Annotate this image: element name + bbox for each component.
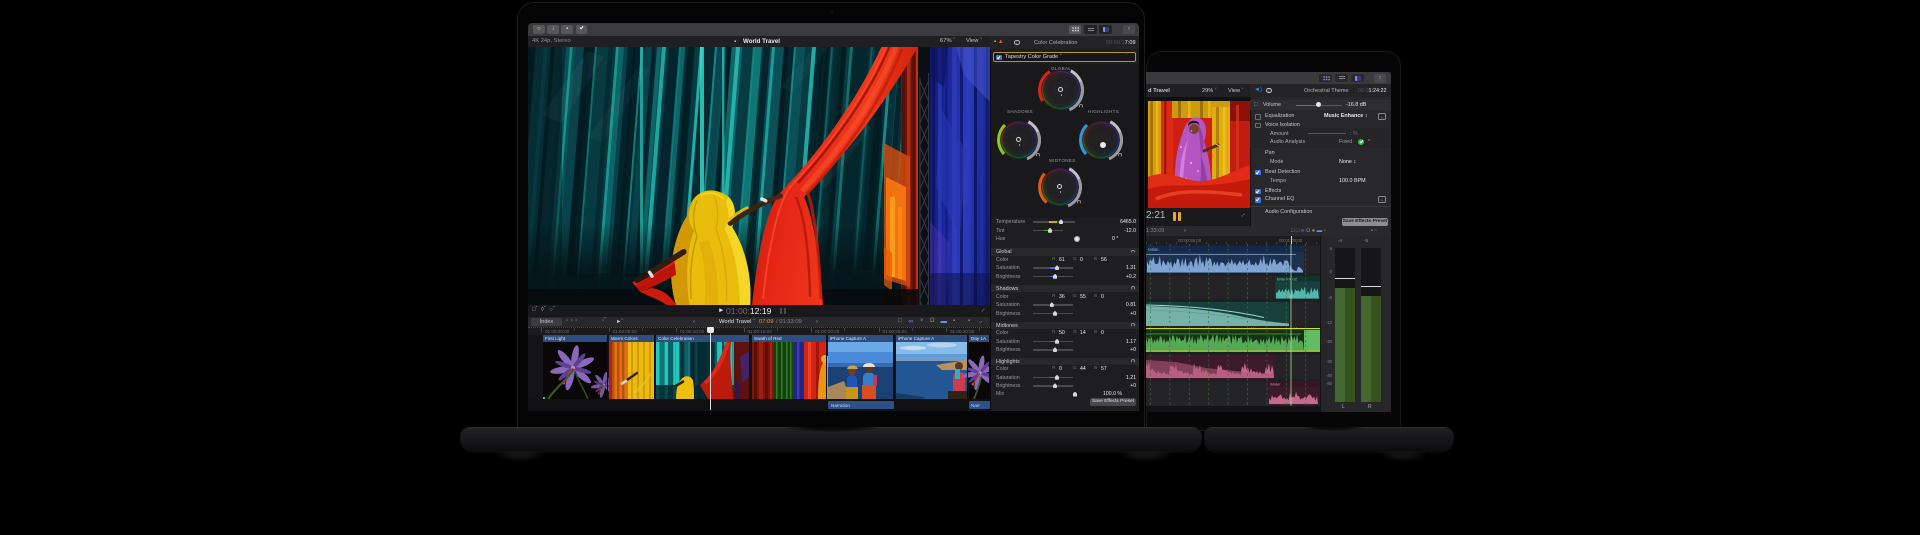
svg-text:Water: Water (1270, 382, 1281, 387)
svg-text:Color Celebration: Color Celebration (658, 336, 694, 341)
svg-text:ration: ration (1148, 247, 1159, 252)
svg-text:Swath of Red: Swath of Red (754, 336, 782, 341)
svg-text:iPhone Capture A: iPhone Capture A (830, 336, 867, 341)
svg-text:Brite FX 02: Brite FX 02 (1277, 277, 1298, 282)
svg-text:iPhone Capture A: iPhone Capture A (898, 336, 935, 341)
svg-text:Narr: Narr (971, 403, 980, 408)
svg-text:Day 1A: Day 1A (971, 336, 987, 341)
svg-text:Warm Colors: Warm Colors (611, 336, 638, 341)
svg-text:Narration: Narration (831, 403, 850, 408)
svg-text:First Light: First Light (545, 336, 566, 341)
